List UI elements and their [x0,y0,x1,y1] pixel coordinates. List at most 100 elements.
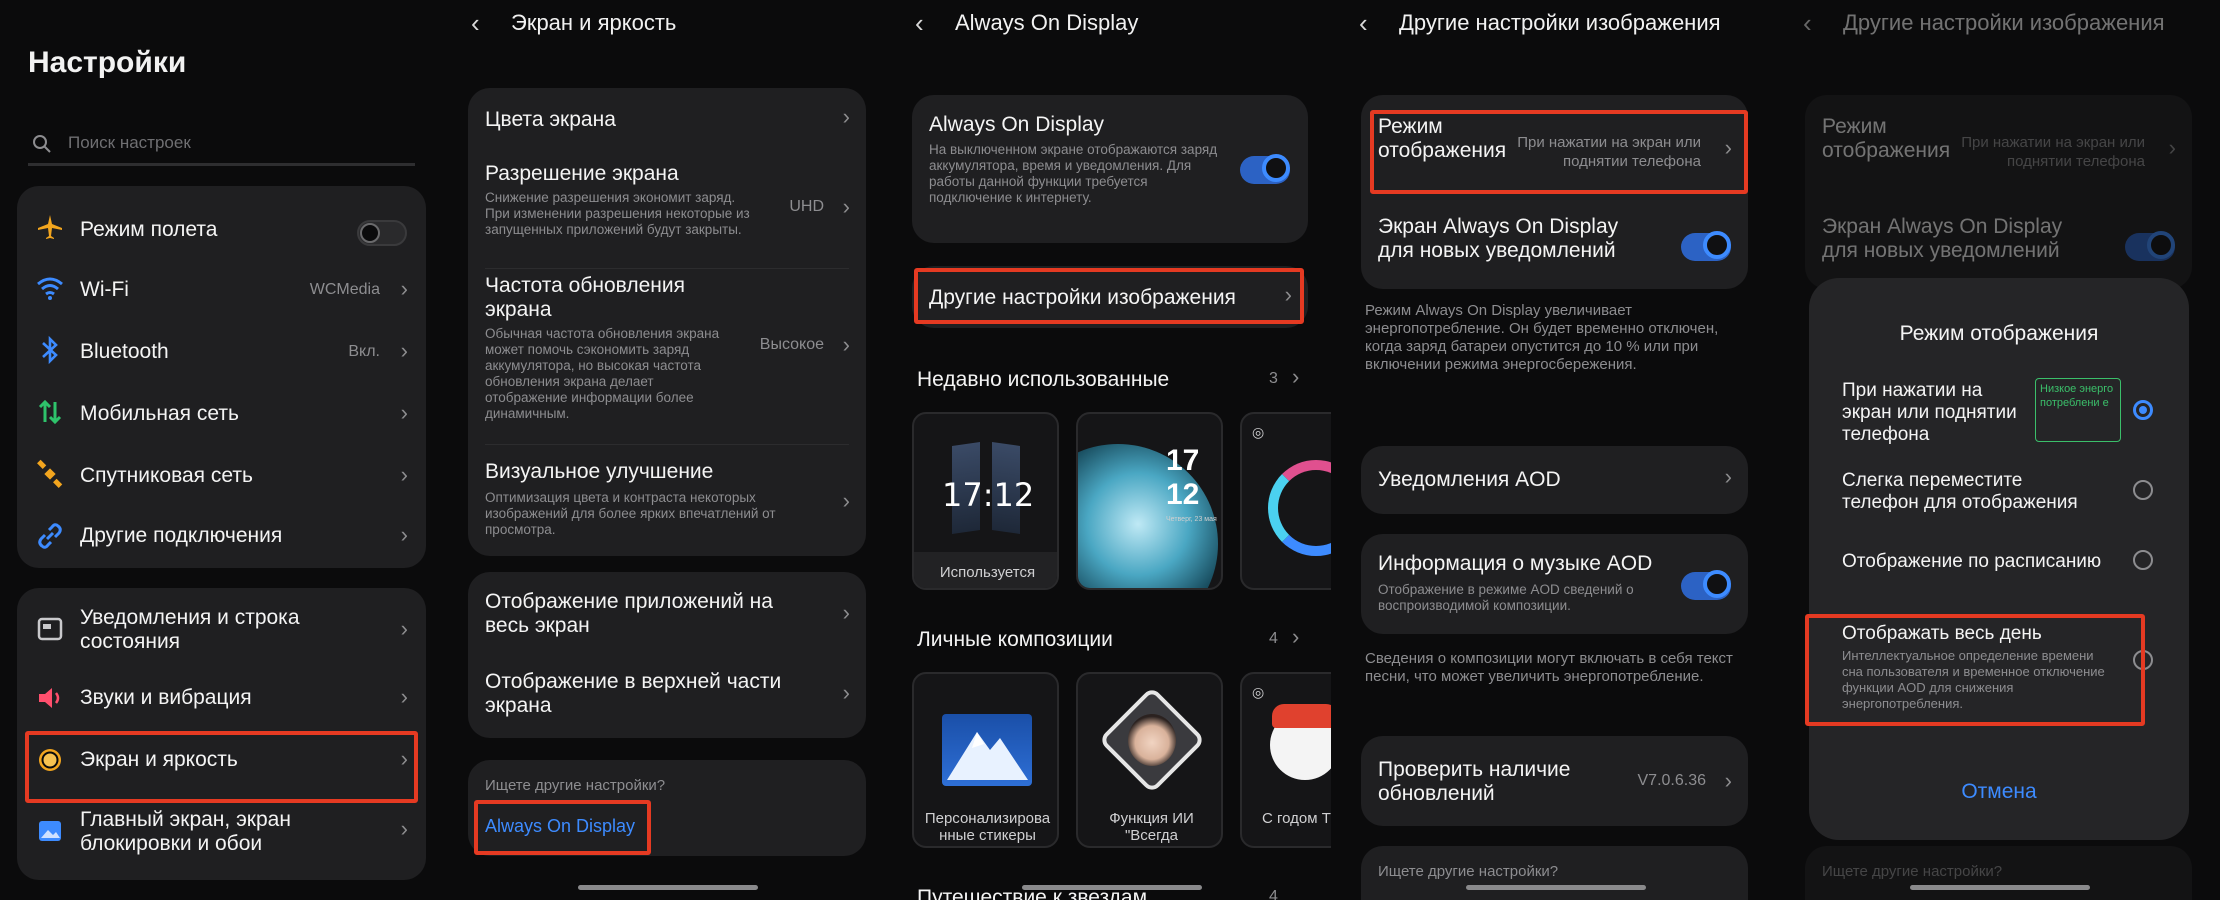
chevron-right-icon: › [842,680,850,705]
music-info-toggle[interactable] [1681,570,1731,600]
aod-title: Always On Display [929,113,1105,136]
refresh-rate-row[interactable]: Частота обновления экрана Обычная частот… [468,270,866,442]
chevron-right-icon: › [400,522,408,547]
chevron-right-icon: › [842,600,850,625]
aod-toggle-card: Always On Display На выключенном экране … [912,95,1308,243]
always-on-display-panel: ‹ Always On Display Always On Display На… [887,0,1331,900]
visual-enhancement-row[interactable]: Визуальное улучшение Оптимизация цвета и… [468,446,866,556]
top-display-label: Отображение в верхней части экрана [485,670,782,717]
home-indicator [578,885,758,890]
aod-new-notifications-row[interactable]: Экран Always On Display для новых уведом… [1361,203,1748,289]
option-radio[interactable] [2133,400,2153,420]
wifi-row[interactable]: Wi-Fi WCMedia › [17,258,426,320]
check-updates-row[interactable]: Проверить наличие обновлений V7.0.6.36 › [1361,736,1748,826]
tile-label: Используется [939,564,1036,581]
option-radio[interactable] [2133,480,2153,500]
visual-enhancement-label: Визуальное улучшение [485,460,714,483]
aod-new-notifications-toggle[interactable] [1681,231,1731,261]
resolution-description: Снижение разрешения экономит заряд. При … [485,190,750,237]
chevron-right-icon: › [842,332,850,357]
display-brightness-panel: ‹ Экран и яркость Цвета экрана › Разреше… [443,0,887,900]
back-icon[interactable]: ‹ [471,8,480,39]
chevron-right-icon: › [400,400,408,425]
chevron-right-icon[interactable]: › [1292,624,1299,650]
other-image-settings-panel: ‹ Другие настройки изображения Режим ото… [1331,0,1775,900]
home-indicator [1910,885,2090,890]
tile-date: Четверг, 23 мая [1166,516,1217,523]
aod-notifications-row[interactable]: Уведомления AOD › [1361,446,1748,514]
search-placeholder: Поиск настроек [68,133,191,152]
aod-style-tile[interactable]: 17 12 Четверг, 23 мая [1076,412,1223,590]
other-connections-row[interactable]: Другие подключения › [17,506,426,568]
option-scheduled[interactable]: Отображение по расписанию [1809,536,2189,592]
highlight-box [474,800,651,855]
wifi-icon [37,277,63,300]
back-icon[interactable]: ‹ [1359,8,1368,39]
home-indicator [1466,885,1646,890]
composition-tile[interactable]: Функция ИИ "Всегда [1076,672,1223,848]
chevron-right-icon: › [842,194,850,219]
airplane-mode-toggle[interactable] [357,220,407,246]
notifications-row[interactable]: Уведомления и строка состояния › [17,592,426,668]
aod-notifications-label: Уведомления AOD [1378,468,1561,491]
tile-label: Функция ИИ "Всегда [1109,810,1194,844]
tile-time: 17:12 [942,476,1035,514]
composition-tile[interactable]: Персонализирова нные стикеры [912,672,1059,848]
fullscreen-apps-row[interactable]: Отображение приложений на весь экран › [468,572,866,656]
music-note: Сведения о композиции могут включать в с… [1365,650,1733,685]
refresh-rate-label: Частота обновления экрана [485,274,685,321]
chevron-right-icon[interactable]: › [1292,364,1299,390]
chevron-right-icon: › [842,488,850,513]
option-tap-or-raise[interactable]: При нажатии на экран или поднятии телефо… [1809,374,2189,458]
home-screen-label: Главный экран, экран блокировки и обои [80,808,291,855]
mobile-network-icon [38,399,62,425]
speaker-icon [39,688,60,708]
satellite-network-row[interactable]: Спутниковая сеть › [17,444,426,506]
link-icon [38,523,62,549]
chevron-right-icon: › [400,616,408,641]
tiger-hat [1272,704,1331,728]
page-title: Другие настройки изображения [1843,10,2165,35]
screen-colors-row[interactable]: Цвета экрана › [468,88,866,150]
composition-tile[interactable]: ◎ С годом Т [1240,672,1331,848]
low-power-badge: Низкое энерго потреблени е [2035,378,2121,442]
aod-style-tile[interactable]: 17:12 Используется [912,412,1059,590]
wallpaper-icon [39,821,61,841]
bluetooth-row[interactable]: Bluetooth Вкл. › [17,320,426,382]
style-icon: ◎ [1252,424,1265,440]
mobile-network-label: Мобильная сеть [80,402,239,425]
battery-note: Режим Always On Display увеличивает энер… [1365,302,1719,373]
option-move-phone[interactable]: Слегка переместите телефон для отображен… [1809,464,2189,528]
airplane-mode-row[interactable]: Режим полета [17,198,426,258]
aod-new-notifications-toggle [2125,231,2175,261]
airplane-icon [38,215,62,239]
personal-section-title: Личные композиции [917,628,1113,651]
back-icon: ‹ [1803,8,1812,38]
mobile-network-row[interactable]: Мобильная сеть › [17,382,426,444]
aod-toggle[interactable] [1240,154,1290,184]
recent-count: 3 [1269,370,1278,387]
home-screen-row[interactable]: Главный экран, экран блокировки и обои › [17,792,426,872]
option-radio[interactable] [2133,550,2153,570]
chevron-right-icon: › [842,104,850,129]
refresh-rate-description: Обычная частота обновления экрана может … [485,326,720,421]
chevron-right-icon: › [400,462,408,487]
search-input[interactable]: Поиск настроек [28,130,415,166]
notification-bar-icon [37,617,63,641]
music-info-row: Информация о музыке AOD Отображение в ре… [1361,534,1748,634]
aod-style-tile[interactable]: ◎ [1240,412,1331,590]
back-icon[interactable]: ‹ [915,8,924,39]
divider [485,268,849,269]
chevron-right-icon: › [1724,464,1732,489]
settings-panel: Настройки Поиск настроек Режим полета Wi… [0,0,443,900]
top-display-row[interactable]: Отображение в верхней части экрана › [468,654,866,738]
wifi-label: Wi-Fi [80,278,129,301]
sound-row[interactable]: Звуки и вибрация › [17,668,426,730]
dialog-title: Режим отображения [1899,322,2099,345]
cancel-button[interactable]: Отмена [1809,780,2189,804]
music-info-label: Информация о музыке AOD [1378,552,1653,575]
aod-mode-card: Режим отображения При нажатии на экран и… [1805,95,2192,289]
resolution-row[interactable]: Разрешение экрана Снижение разрешения эк… [468,150,866,268]
chevron-right-icon: › [400,684,408,709]
screen-colors-label: Цвета экрана [485,108,616,131]
